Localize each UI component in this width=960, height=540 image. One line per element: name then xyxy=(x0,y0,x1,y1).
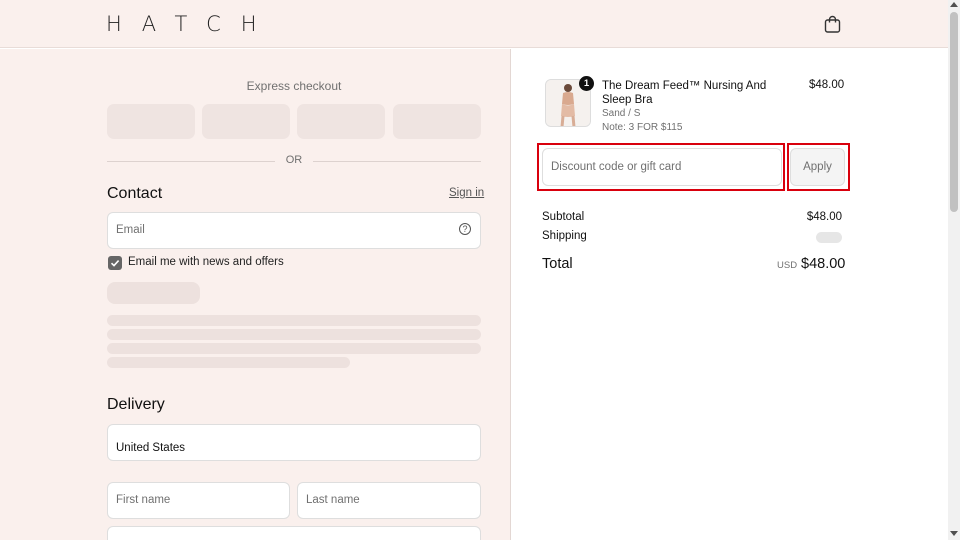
subtotal-row: Subtotal $48.00 xyxy=(542,211,842,223)
shipping-row: Shipping xyxy=(542,230,842,243)
email-field[interactable]: Email ? xyxy=(107,212,481,249)
or-divider-text: OR xyxy=(285,154,303,166)
total-label: Total xyxy=(542,256,573,272)
express-checkout-label: Express checkout xyxy=(246,79,342,93)
site-header: HATCH xyxy=(0,0,948,48)
loading-placeholder xyxy=(107,315,481,326)
sign-in-link[interactable]: Sign in xyxy=(449,187,484,199)
divider xyxy=(107,161,275,162)
product-note: Note: 3 FOR $115 xyxy=(602,122,683,133)
subtotal-label: Subtotal xyxy=(542,211,585,223)
express-pay-button[interactable] xyxy=(297,104,385,139)
highlight-box xyxy=(787,143,850,191)
loading-placeholder xyxy=(107,343,481,354)
last-name-placeholder: Last name xyxy=(306,494,360,506)
total-currency: USD xyxy=(777,260,798,271)
quantity-badge: 1 xyxy=(579,76,594,91)
loading-placeholder xyxy=(107,282,200,304)
highlight-box xyxy=(537,143,785,191)
product-price: $48.00 xyxy=(809,79,845,91)
country-select[interactable]: United States xyxy=(107,424,481,461)
divider xyxy=(313,161,481,162)
loading-placeholder xyxy=(107,329,481,340)
address-field[interactable] xyxy=(107,526,481,540)
product-variant: Sand / S xyxy=(602,108,641,119)
product-name: The Dream Feed™ Nursing And Sleep Bra xyxy=(602,80,767,106)
contact-heading: Contact xyxy=(107,185,163,202)
express-pay-button[interactable] xyxy=(107,104,195,139)
last-name-field[interactable]: Last name xyxy=(297,482,481,519)
order-summary-panel: 1 The Dream Feed™ Nursing And Sleep Bra … xyxy=(512,49,948,540)
hatch-logo[interactable]: HATCH xyxy=(106,12,277,36)
express-pay-button[interactable] xyxy=(393,104,481,139)
express-pay-button[interactable] xyxy=(202,104,290,139)
scroll-down-arrow-icon[interactable] xyxy=(950,531,958,536)
shipping-label: Shipping xyxy=(542,230,587,242)
marketing-checkbox-label[interactable]: Email me with news and offers xyxy=(128,256,284,268)
checkout-form-panel: Express checkout OR Contact Sign in Emai… xyxy=(0,49,511,540)
shopping-bag-icon[interactable] xyxy=(824,15,841,33)
marketing-checkbox[interactable] xyxy=(108,256,122,270)
shipping-loading-placeholder xyxy=(816,232,842,243)
delivery-heading: Delivery xyxy=(107,396,165,413)
scroll-up-arrow-icon[interactable] xyxy=(950,2,958,7)
page-scrollbar[interactable] xyxy=(948,0,960,540)
subtotal-value: $48.00 xyxy=(806,211,842,223)
scrollbar-thumb[interactable] xyxy=(950,12,958,212)
checkmark-icon xyxy=(110,260,120,267)
total-value: $48.00 xyxy=(801,256,846,272)
question-circle-icon[interactable]: ? xyxy=(459,223,471,235)
loading-placeholder xyxy=(107,357,350,368)
country-value: United States xyxy=(116,442,186,454)
first-name-field[interactable]: First name xyxy=(107,482,290,519)
first-name-placeholder: First name xyxy=(116,494,171,506)
email-placeholder: Email xyxy=(116,224,145,236)
